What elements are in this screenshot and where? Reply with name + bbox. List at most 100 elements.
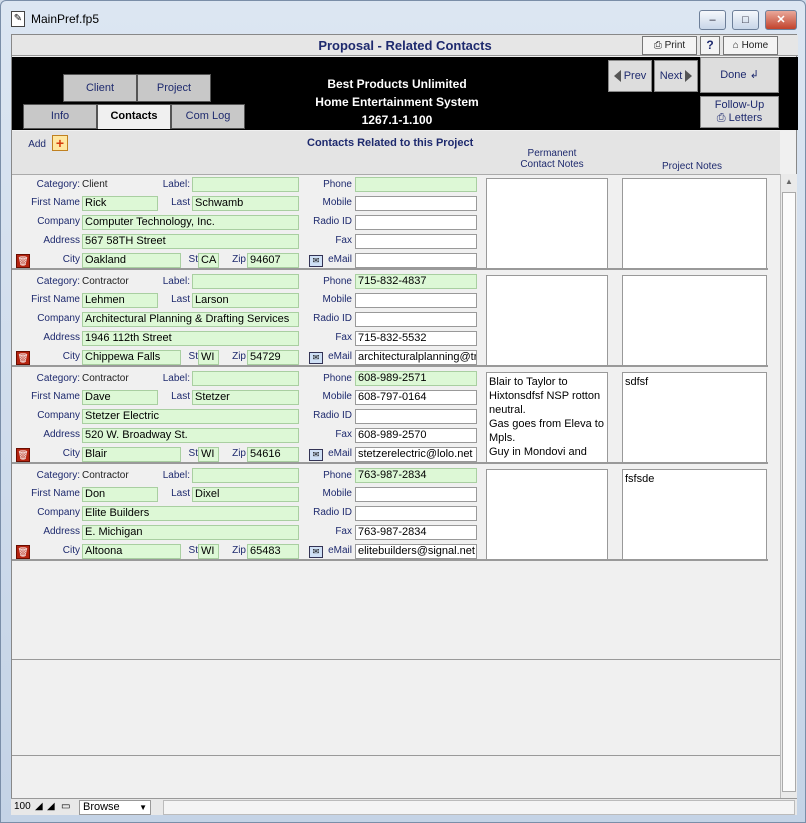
label-field[interactable]: [192, 274, 299, 289]
tab-project[interactable]: Project: [137, 74, 211, 102]
tab-comlog[interactable]: Com Log: [171, 104, 245, 129]
city-field[interactable]: Blair: [82, 447, 181, 462]
company-field[interactable]: Stetzer Electric: [82, 409, 299, 424]
address-field[interactable]: 567 58TH Street: [82, 234, 299, 249]
trash-icon[interactable]: 🗑: [16, 448, 30, 462]
tab-info[interactable]: Info: [23, 104, 97, 129]
trash-icon[interactable]: 🗑: [16, 351, 30, 365]
help-button[interactable]: ?: [700, 36, 720, 55]
maximize-button[interactable]: □: [732, 10, 759, 30]
window-title: MainPref.fp5: [31, 12, 100, 26]
phone-field[interactable]: 763-987-2834: [355, 468, 477, 483]
horizontal-scrollbar[interactable]: [163, 800, 795, 815]
radio-id-field[interactable]: [355, 312, 477, 327]
scroll-up-icon[interactable]: ▲: [783, 176, 795, 188]
last-name-field[interactable]: Dixel: [192, 487, 299, 502]
project-notes-field[interactable]: [622, 275, 767, 366]
label-field[interactable]: [192, 371, 299, 386]
print-button[interactable]: ⎙ Print: [642, 36, 697, 55]
first-name-field[interactable]: Dave: [82, 390, 158, 405]
fax-field[interactable]: 763-987-2834: [355, 525, 477, 540]
mobile-field[interactable]: [355, 196, 477, 211]
company-field[interactable]: Architectural Planning & Drafting Servic…: [82, 312, 299, 327]
scroll-thumb[interactable]: [782, 192, 796, 792]
email-field[interactable]: stetzerelectric@lolo.net: [355, 447, 477, 462]
category-label: Category:: [36, 276, 80, 287]
zip-field[interactable]: 65483: [247, 544, 299, 559]
company-field[interactable]: Computer Technology, Inc.: [82, 215, 299, 230]
mobile-field[interactable]: [355, 487, 477, 502]
state-field[interactable]: CA: [198, 253, 219, 268]
email-field[interactable]: elitebuilders@signal.net: [355, 544, 477, 559]
company-field[interactable]: Elite Builders: [82, 506, 299, 521]
project-notes-field[interactable]: sdfsf: [622, 372, 767, 463]
permanent-notes-field[interactable]: [486, 275, 608, 366]
status-area-toggle-icon[interactable]: ▭: [61, 801, 70, 812]
home-button[interactable]: ⌂ Home: [723, 36, 778, 55]
permanent-notes-field[interactable]: [486, 178, 608, 269]
state-field[interactable]: WI: [198, 447, 219, 462]
mobile-field[interactable]: [355, 293, 477, 308]
city-field[interactable]: Altoona: [82, 544, 181, 559]
tab-client[interactable]: Client: [63, 74, 137, 102]
trash-icon[interactable]: 🗑: [16, 545, 30, 559]
radio-id-field[interactable]: [355, 409, 477, 424]
zip-field[interactable]: 54729: [247, 350, 299, 365]
send-email-icon[interactable]: ✉: [309, 449, 323, 461]
permanent-notes-field[interactable]: [486, 469, 608, 560]
address-field[interactable]: 1946 112th Street: [82, 331, 299, 346]
done-button[interactable]: Done ↲: [700, 57, 779, 93]
state-field[interactable]: WI: [198, 350, 219, 365]
project-notes-field[interactable]: fsfsde: [622, 469, 767, 560]
first-name-field[interactable]: Don: [82, 487, 158, 502]
radio-id-field[interactable]: [355, 506, 477, 521]
last-name-field[interactable]: Schwamb: [192, 196, 299, 211]
next-button[interactable]: Next: [654, 60, 698, 92]
prev-button[interactable]: Prev: [608, 60, 652, 92]
minimize-button[interactable]: ‒: [699, 10, 726, 30]
zip-field[interactable]: 54616: [247, 447, 299, 462]
home-icon: ⌂: [732, 40, 739, 51]
trash-icon[interactable]: 🗑: [16, 254, 30, 268]
mode-select[interactable]: Browse ▼: [79, 800, 151, 815]
city-field[interactable]: Oakland: [82, 253, 181, 268]
mobile-field[interactable]: 608-797-0164: [355, 390, 477, 405]
zoom-out-icon[interactable]: ◢: [35, 801, 43, 812]
zip-field[interactable]: 94607: [247, 253, 299, 268]
state-field[interactable]: WI: [198, 544, 219, 559]
label-field[interactable]: [192, 177, 299, 192]
first-name-field[interactable]: Lehmen: [82, 293, 158, 308]
send-email-icon[interactable]: ✉: [309, 352, 323, 364]
vertical-scrollbar[interactable]: ▲: [780, 174, 797, 798]
project-notes-field[interactable]: [622, 178, 767, 269]
category-value: Contractor: [82, 470, 129, 481]
email-field[interactable]: [355, 253, 477, 268]
fax-field[interactable]: 608-989-2570: [355, 428, 477, 443]
close-button[interactable]: ✕: [765, 10, 797, 30]
followup-letters-button[interactable]: Follow-Up ⎙ Letters: [700, 96, 779, 128]
zoom-in-icon[interactable]: ◢: [47, 801, 55, 812]
tab-contacts[interactable]: Contacts: [97, 104, 171, 129]
city-field[interactable]: Chippewa Falls: [82, 350, 181, 365]
contacts-section-header: Add + Contacts Related to this Project P…: [12, 131, 780, 175]
zoom-level[interactable]: 100: [14, 801, 31, 812]
email-field[interactable]: architecturalplanning@tr: [355, 350, 477, 365]
app-window: ✎ MainPref.fp5 ‒ □ ✕ Proposal - Related …: [0, 0, 806, 823]
fax-field[interactable]: [355, 234, 477, 249]
zip-label: Zip: [232, 545, 246, 556]
address-field[interactable]: 520 W. Broadway St.: [82, 428, 299, 443]
send-email-icon[interactable]: ✉: [309, 255, 323, 267]
permanent-notes-field[interactable]: Blair to Taylor to Hixtonsdfsf NSP rotto…: [486, 372, 608, 463]
add-contact-button[interactable]: +: [52, 135, 68, 151]
radio-id-field[interactable]: [355, 215, 477, 230]
last-name-field[interactable]: Larson: [192, 293, 299, 308]
last-name-field[interactable]: Stetzer: [192, 390, 299, 405]
first-name-field[interactable]: Rick: [82, 196, 158, 211]
phone-field[interactable]: 608-989-2571: [355, 371, 477, 386]
phone-field[interactable]: 715-832-4837: [355, 274, 477, 289]
phone-field[interactable]: [355, 177, 477, 192]
fax-field[interactable]: 715-832-5532: [355, 331, 477, 346]
address-field[interactable]: E. Michigan: [82, 525, 299, 540]
send-email-icon[interactable]: ✉: [309, 546, 323, 558]
label-field[interactable]: [192, 468, 299, 483]
